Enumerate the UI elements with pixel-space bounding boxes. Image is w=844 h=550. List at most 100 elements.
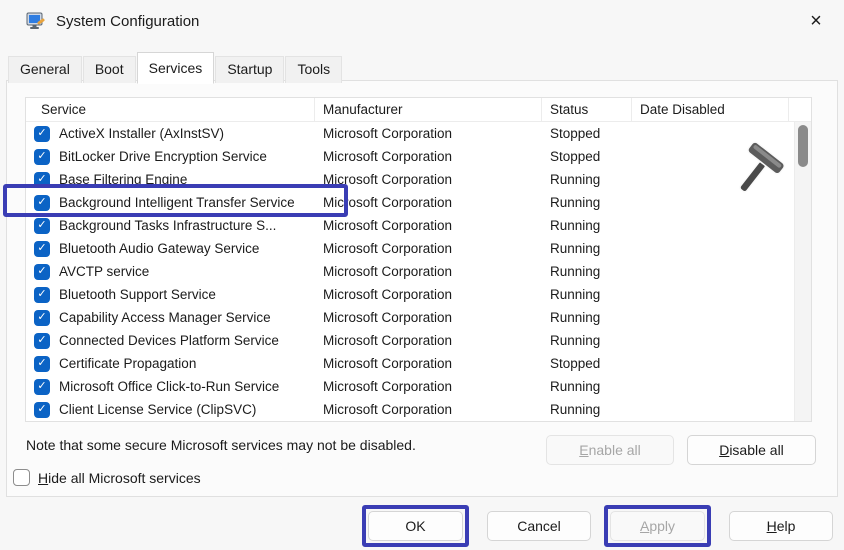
service-name: Certificate Propagation: [59, 356, 196, 371]
service-cell: ✓ Background Tasks Infrastructure S...: [26, 218, 315, 234]
service-cell: ✓ Base Filtering Engine: [26, 172, 315, 188]
status-value: Running: [542, 379, 632, 394]
status-value: Stopped: [542, 356, 632, 371]
service-enabled-checkbox[interactable]: ✓: [34, 264, 50, 280]
service-enabled-checkbox[interactable]: ✓: [34, 379, 50, 395]
service-name: Capability Access Manager Service: [59, 310, 271, 325]
disable-all-button[interactable]: Disable all: [687, 435, 816, 465]
manufacturer-value: Microsoft Corporation: [315, 126, 542, 141]
apply-button[interactable]: Apply: [610, 511, 705, 541]
scrollbar-thumb[interactable]: [798, 125, 808, 167]
service-cell: ✓ AVCTP service: [26, 264, 315, 280]
table-row[interactable]: ✓ Certificate Propagation Microsoft Corp…: [26, 352, 794, 375]
service-cell: ✓ Bluetooth Audio Gateway Service: [26, 241, 315, 257]
tab-general[interactable]: General: [8, 56, 82, 83]
table-row[interactable]: ✓ Bluetooth Support Service Microsoft Co…: [26, 283, 794, 306]
service-enabled-checkbox[interactable]: ✓: [34, 310, 50, 326]
service-enabled-checkbox[interactable]: ✓: [34, 287, 50, 303]
column-header-date-disabled[interactable]: Date Disabled: [632, 98, 789, 121]
service-cell: ✓ Capability Access Manager Service: [26, 310, 315, 326]
manufacturer-value: Microsoft Corporation: [315, 287, 542, 302]
service-name: AVCTP service: [59, 264, 149, 279]
help-button[interactable]: Help: [729, 511, 833, 541]
hide-microsoft-services-checkbox[interactable]: [13, 469, 30, 486]
service-name: Base Filtering Engine: [59, 172, 187, 187]
column-header-status[interactable]: Status: [542, 98, 632, 121]
service-enabled-checkbox[interactable]: ✓: [34, 149, 50, 165]
status-value: Running: [542, 402, 632, 417]
service-enabled-checkbox[interactable]: ✓: [34, 356, 50, 372]
column-header-filler: [789, 98, 811, 121]
service-cell: ✓ Bluetooth Support Service: [26, 287, 315, 303]
close-button[interactable]: ×: [796, 5, 836, 37]
table-row[interactable]: ✓ ActiveX Installer (AxInstSV) Microsoft…: [26, 122, 794, 145]
manufacturer-value: Microsoft Corporation: [315, 149, 542, 164]
status-value: Running: [542, 264, 632, 279]
service-name: BitLocker Drive Encryption Service: [59, 149, 267, 164]
tab-tools[interactable]: Tools: [285, 56, 342, 83]
service-cell: ✓ ActiveX Installer (AxInstSV): [26, 126, 315, 142]
services-tab-page: Service Manufacturer Status Date Disable…: [6, 80, 838, 497]
manufacturer-value: Microsoft Corporation: [315, 379, 542, 394]
table-row[interactable]: ✓ Connected Devices Platform Service Mic…: [26, 329, 794, 352]
tab-boot[interactable]: Boot: [83, 56, 136, 83]
column-header-service[interactable]: Service: [26, 98, 315, 121]
system-configuration-window: System Configuration × General Boot Serv…: [0, 0, 844, 550]
manufacturer-value: Microsoft Corporation: [315, 195, 542, 210]
manufacturer-value: Microsoft Corporation: [315, 218, 542, 233]
manufacturer-value: Microsoft Corporation: [315, 402, 542, 417]
status-value: Running: [542, 287, 632, 302]
secure-services-note: Note that some secure Microsoft services…: [26, 437, 416, 453]
service-enabled-checkbox[interactable]: ✓: [34, 241, 50, 257]
table-row[interactable]: ✓ Background Tasks Infrastructure S... M…: [26, 214, 794, 237]
service-name: Microsoft Office Click-to-Run Service: [59, 379, 279, 394]
service-name: ActiveX Installer (AxInstSV): [59, 126, 224, 141]
service-cell: ✓ Connected Devices Platform Service: [26, 333, 315, 349]
hide-microsoft-services-label: Hide all Microsoft services: [38, 470, 201, 486]
table-row[interactable]: ✓ Client License Service (ClipSVC) Micro…: [26, 398, 794, 421]
tab-startup[interactable]: Startup: [215, 56, 284, 83]
service-enabled-checkbox[interactable]: ✓: [34, 195, 50, 211]
service-rows: ✓ ActiveX Installer (AxInstSV) Microsoft…: [26, 122, 794, 421]
column-header-manufacturer[interactable]: Manufacturer: [315, 98, 542, 121]
table-header: Service Manufacturer Status Date Disable…: [26, 98, 811, 122]
table-row[interactable]: ✓ Microsoft Office Click-to-Run Service …: [26, 375, 794, 398]
status-value: Running: [542, 218, 632, 233]
manufacturer-value: Microsoft Corporation: [315, 310, 542, 325]
tab-bar: General Boot Services Startup Tools: [8, 52, 343, 83]
status-value: Running: [542, 172, 632, 187]
service-name: Background Intelligent Transfer Service: [59, 195, 295, 210]
service-enabled-checkbox[interactable]: ✓: [34, 126, 50, 142]
cancel-button[interactable]: Cancel: [487, 511, 591, 541]
services-table: Service Manufacturer Status Date Disable…: [25, 97, 812, 422]
service-enabled-checkbox[interactable]: ✓: [34, 218, 50, 234]
table-row[interactable]: ✓ AVCTP service Microsoft Corporation Ru…: [26, 260, 794, 283]
service-enabled-checkbox[interactable]: ✓: [34, 402, 50, 418]
service-name: Background Tasks Infrastructure S...: [59, 218, 276, 233]
service-enabled-checkbox[interactable]: ✓: [34, 172, 50, 188]
ok-button[interactable]: OK: [368, 511, 463, 541]
status-value: Running: [542, 310, 632, 325]
hide-microsoft-services-row[interactable]: Hide all Microsoft services: [13, 469, 201, 486]
table-row[interactable]: ✓ Background Intelligent Transfer Servic…: [26, 191, 794, 214]
service-name: Bluetooth Support Service: [59, 287, 216, 302]
table-row[interactable]: ✓ BitLocker Drive Encryption Service Mic…: [26, 145, 794, 168]
status-value: Running: [542, 333, 632, 348]
status-value: Stopped: [542, 126, 632, 141]
enable-all-button[interactable]: Enable all: [546, 435, 674, 465]
table-row[interactable]: ✓ Bluetooth Audio Gateway Service Micros…: [26, 237, 794, 260]
manufacturer-value: Microsoft Corporation: [315, 172, 542, 187]
service-name: Client License Service (ClipSVC): [59, 402, 256, 417]
table-row[interactable]: ✓ Base Filtering Engine Microsoft Corpor…: [26, 168, 794, 191]
service-name: Connected Devices Platform Service: [59, 333, 279, 348]
manufacturer-value: Microsoft Corporation: [315, 356, 542, 371]
service-cell: ✓ Microsoft Office Click-to-Run Service: [26, 379, 315, 395]
service-enabled-checkbox[interactable]: ✓: [34, 333, 50, 349]
msconfig-app-icon: [26, 11, 46, 31]
window-title: System Configuration: [56, 13, 199, 30]
vertical-scrollbar[interactable]: [794, 122, 811, 421]
tab-services[interactable]: Services: [137, 52, 215, 84]
hammer-cursor-icon: [725, 140, 791, 202]
table-row[interactable]: ✓ Capability Access Manager Service Micr…: [26, 306, 794, 329]
manufacturer-value: Microsoft Corporation: [315, 333, 542, 348]
